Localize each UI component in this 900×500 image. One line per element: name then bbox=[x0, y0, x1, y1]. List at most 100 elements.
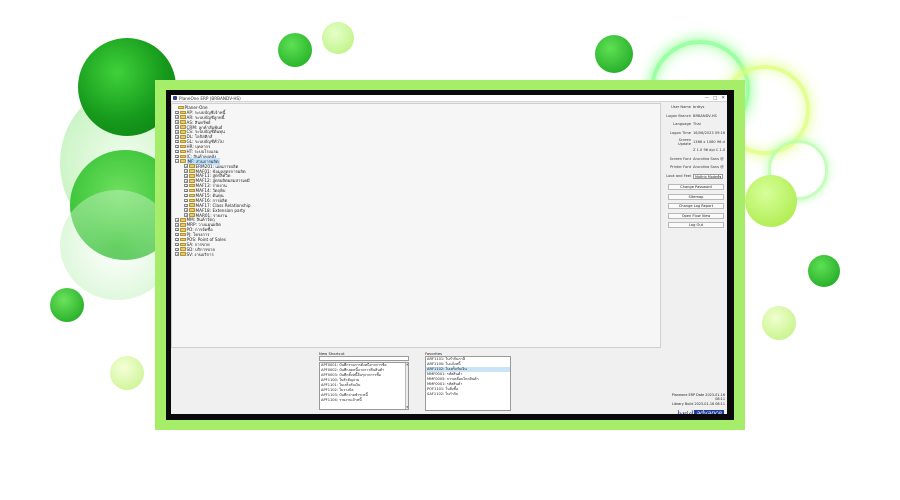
decor-bubble bbox=[808, 255, 840, 287]
tree-module-node[interactable]: + SV: งานบริการ bbox=[173, 252, 660, 257]
expand-icon[interactable]: + bbox=[175, 227, 179, 232]
expand-icon[interactable]: + bbox=[175, 135, 179, 139]
folder-icon bbox=[179, 159, 186, 164]
expand-icon[interactable]: + bbox=[175, 149, 179, 154]
session-info-panel: User Name brdtys Logon Branch BRBANDV-HS… bbox=[666, 103, 727, 414]
info-value: Arundina Sans @ 10 bbox=[693, 165, 725, 170]
info-user-name: User Name brdtys bbox=[666, 103, 727, 112]
folder-icon bbox=[179, 218, 186, 222]
expand-icon[interactable]: + bbox=[175, 218, 179, 222]
folder-icon bbox=[179, 223, 186, 227]
expand-icon[interactable]: + bbox=[175, 154, 179, 159]
info-value: 1366 x 1080 96 dpi bbox=[693, 139, 725, 144]
info-screen-font: Screen Font Arundina Sans @ 10 bbox=[666, 155, 727, 164]
expand-icon[interactable]: + bbox=[184, 164, 188, 168]
title-bar: PlaneOne ERP (BRBANDV-HS) — □ ✕ bbox=[171, 95, 727, 102]
folder-icon bbox=[188, 183, 195, 188]
folder-icon bbox=[179, 247, 186, 252]
expand-icon[interactable]: + bbox=[175, 120, 179, 124]
info-label: Logon Branch bbox=[666, 113, 691, 118]
expand-icon[interactable]: + bbox=[184, 183, 188, 188]
expand-icon[interactable]: + bbox=[175, 237, 179, 242]
info-value: Thai bbox=[693, 122, 701, 127]
info-screen-update-2: Z 1.0 96 dpi C 1.0 1.0 bbox=[666, 146, 727, 155]
logo-text: advance bbox=[694, 410, 724, 414]
open-flow-view-button[interactable]: Open Flow View bbox=[668, 212, 724, 219]
shortcut-list[interactable]: ▲ ▼ APF0001: บันทึกรายการตั้งหนี้จากการซ… bbox=[319, 362, 409, 410]
scroll-up-icon[interactable]: ▲ bbox=[406, 363, 408, 367]
info-label: Screen Update bbox=[677, 137, 691, 146]
module-tree[interactable]: Planer-One + AP: ระบบบัญชีเจ้าหนี้ + AR: ระ… bbox=[171, 103, 661, 348]
shortcut-search-input[interactable] bbox=[319, 356, 409, 361]
info-label: Look and Feel bbox=[666, 174, 691, 179]
folder-icon bbox=[179, 115, 186, 120]
info-label: Logon Time bbox=[670, 131, 691, 136]
version-info: Planeone ERP Date 2023-01-16 08:11 Libra… bbox=[666, 393, 725, 406]
folder-icon bbox=[179, 130, 186, 134]
info-value: 16/06/2023 09:16:11 bbox=[693, 131, 725, 136]
expand-icon[interactable]: + bbox=[175, 115, 179, 119]
folder-icon bbox=[179, 110, 186, 115]
log-out-button[interactable]: Log Out bbox=[668, 222, 724, 229]
folder-icon bbox=[188, 203, 195, 208]
expand-icon[interactable]: + bbox=[175, 139, 179, 144]
new-shortcut-panel: New Shortcut ▲ ▼ APF0001: บันทึกรายการตั… bbox=[319, 351, 409, 410]
brand-logo: brid advance bbox=[672, 409, 724, 414]
expand-icon[interactable]: + bbox=[175, 110, 179, 115]
folder-icon bbox=[179, 252, 186, 256]
folder-icon bbox=[179, 232, 186, 237]
info-label: Printer Font bbox=[670, 165, 691, 170]
list-item[interactable]: APF1104: รายงานเจ้าหนี้ bbox=[320, 398, 408, 403]
info-look-and-feel: Look and Feel Moftrix Modern ▾ bbox=[666, 172, 727, 181]
change-password-button[interactable]: Change Password bbox=[668, 183, 724, 190]
expand-icon[interactable]: + bbox=[184, 193, 188, 198]
folder-icon bbox=[188, 164, 195, 168]
folder-icon bbox=[179, 227, 186, 232]
expand-icon[interactable]: + bbox=[184, 174, 188, 178]
list-item[interactable]: SAF1102: ใบกำกับ bbox=[426, 392, 510, 397]
favorites-list[interactable]: ARF1101: ใบกำกับภาษี ARF1100: ใบแจ้งหนี้ A… bbox=[425, 356, 511, 411]
folder-icon bbox=[188, 208, 195, 212]
app-window: PlaneOne ERP (BRBANDV-HS) — □ ✕ Planer-O… bbox=[171, 95, 727, 414]
folder-icon bbox=[179, 125, 186, 129]
info-screen-update: Screen Update 1366 x 1080 96 dpi bbox=[666, 137, 727, 146]
expand-icon[interactable]: + bbox=[175, 247, 179, 252]
info-label: Language bbox=[673, 122, 691, 127]
maximize-icon[interactable]: □ bbox=[713, 95, 717, 102]
change-log-report-button[interactable]: Change Log Report bbox=[668, 203, 724, 210]
info-value: Z 1.0 96 dpi C 1.0 1.0 bbox=[693, 148, 725, 153]
close-icon[interactable]: ✕ bbox=[721, 95, 725, 102]
app-icon bbox=[173, 96, 177, 100]
favorites-panel: Favorites ARF1101: ใบกำกับภาษี ARF1100: ใ… bbox=[425, 351, 511, 411]
expand-icon[interactable]: + bbox=[184, 188, 188, 193]
expand-icon[interactable]: + bbox=[184, 179, 188, 183]
select-value: Moftrix Modern bbox=[695, 174, 721, 179]
folder-icon bbox=[188, 169, 195, 173]
expand-icon[interactable]: + bbox=[184, 208, 188, 212]
expand-icon[interactable]: + bbox=[184, 203, 188, 207]
expand-icon[interactable]: + bbox=[175, 232, 179, 237]
expand-icon[interactable]: + bbox=[175, 252, 179, 256]
info-logon-time: Logon Time 16/06/2023 09:16:11 bbox=[666, 129, 727, 138]
window-title: PlaneOne ERP (BRBANDV-HS) bbox=[179, 95, 241, 101]
decor-bubble bbox=[50, 288, 84, 322]
version-line: Library Build 2023-01-16 08:11 bbox=[671, 401, 725, 406]
look-and-feel-select[interactable]: Moftrix Modern ▾ bbox=[693, 173, 723, 180]
info-label: User Name bbox=[671, 105, 691, 110]
decor-bubble bbox=[110, 356, 144, 390]
expand-icon[interactable]: + bbox=[184, 169, 188, 173]
folder-icon bbox=[177, 105, 184, 110]
scroll-down-icon[interactable]: ▼ bbox=[406, 406, 408, 410]
expand-icon[interactable]: + bbox=[175, 242, 179, 247]
expand-icon[interactable]: + bbox=[175, 144, 179, 149]
expand-icon[interactable]: + bbox=[184, 198, 188, 203]
expand-icon[interactable]: + bbox=[175, 130, 179, 134]
expand-icon[interactable]: + bbox=[175, 223, 179, 227]
folder-icon bbox=[179, 139, 186, 144]
info-logon-branch: Logon Branch BRBANDV-HS bbox=[666, 112, 727, 121]
collapse-icon[interactable]: − bbox=[175, 159, 179, 163]
expand-icon[interactable]: + bbox=[175, 125, 179, 129]
sitemap-button[interactable]: Sitemap bbox=[668, 193, 724, 200]
minimize-icon[interactable]: — bbox=[704, 95, 709, 102]
scrollbar[interactable]: ▲ ▼ bbox=[404, 363, 408, 410]
